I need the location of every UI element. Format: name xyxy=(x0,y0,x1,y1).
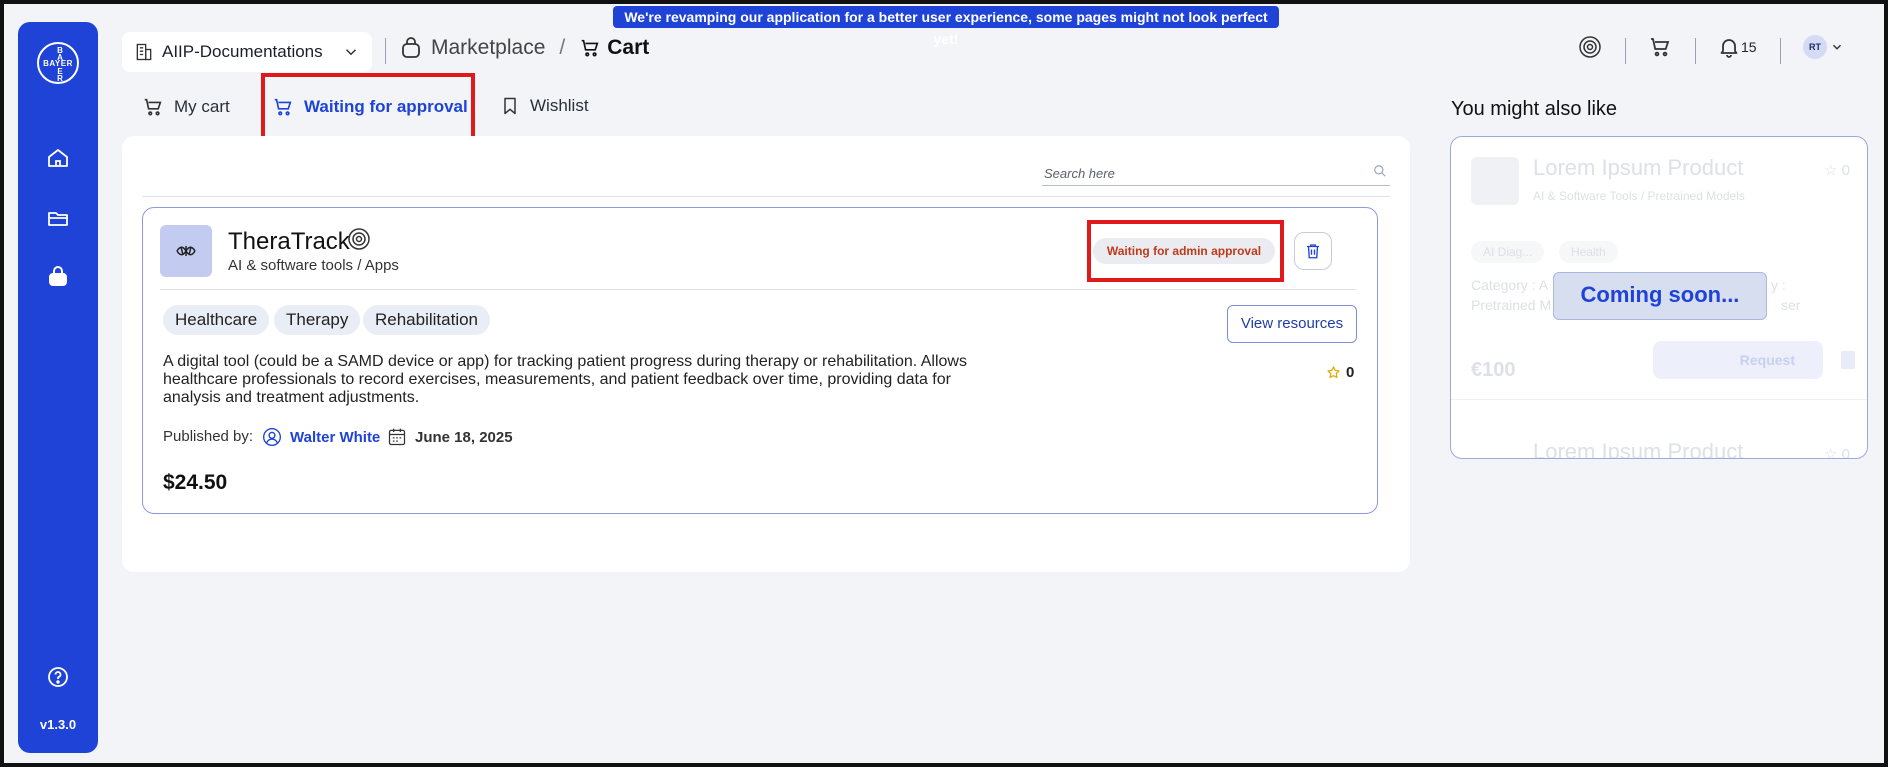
recommendations-title: You might also like xyxy=(1451,98,1618,120)
marketplace-bag-icon xyxy=(402,37,420,58)
search-input[interactable]: Search here xyxy=(1042,164,1390,186)
tag-healthcare: Healthcare xyxy=(163,305,270,335)
cart-icon xyxy=(144,98,162,116)
sidebar: BAYER B A E R v1.3.0 xyxy=(18,22,98,753)
star-icon xyxy=(1327,366,1340,379)
marketplace-bag-icon[interactable] xyxy=(46,265,70,289)
product-category: AI & software tools / Apps xyxy=(228,257,399,274)
header-divider xyxy=(385,38,386,64)
publisher-link[interactable]: Walter White xyxy=(290,429,380,446)
header-divider xyxy=(1695,38,1696,64)
delete-button[interactable] xyxy=(1294,232,1332,270)
view-resources-button[interactable]: View resources xyxy=(1227,305,1357,343)
placeholder-tag: Health xyxy=(1559,241,1618,263)
user-icon xyxy=(263,428,281,446)
product-description: A digital tool (could be a SAMD device o… xyxy=(163,353,967,406)
product-price: $24.50 xyxy=(163,471,228,494)
placeholder-request-button: Request xyxy=(1653,341,1823,379)
tab-label: Wishlist xyxy=(530,96,589,115)
bookmark-icon xyxy=(1841,351,1855,369)
highlight-box-status xyxy=(1087,220,1284,282)
product-name[interactable]: TheraTrack xyxy=(228,228,350,256)
breadcrumb-marketplace[interactable]: Marketplace xyxy=(431,36,545,60)
revamp-banner: We're revamping our application for a be… xyxy=(613,6,1279,47)
product-rating: 0 xyxy=(1326,364,1354,381)
placeholder-thumbnail xyxy=(1471,157,1519,205)
workspace-name: AIIP-Documentations xyxy=(162,42,323,61)
bayer-logo[interactable]: BAYER B A E R xyxy=(37,42,79,84)
placeholder-price: €100 xyxy=(1471,359,1516,381)
tab-my-cart[interactable]: My cart xyxy=(142,96,230,118)
logo-vertical-text: B A E R xyxy=(57,46,63,83)
divider xyxy=(1451,399,1867,400)
tab-wishlist[interactable]: Wishlist xyxy=(500,96,589,116)
header-divider xyxy=(1780,38,1781,64)
notification-count: 15 xyxy=(1741,39,1757,55)
placeholder-category-line: Category : A xyxy=(1471,277,1549,293)
building-icon xyxy=(136,43,152,61)
breadcrumb-cart: Cart xyxy=(607,36,650,59)
header-divider xyxy=(1625,38,1626,64)
coming-soon-badge: Coming soon... xyxy=(1553,272,1767,320)
placeholder-category-line: Pretrained M xyxy=(1471,297,1552,313)
placeholder-rating: ☆ 0 xyxy=(1824,446,1850,459)
calendar-icon xyxy=(388,428,406,446)
tab-label: My cart xyxy=(174,97,230,116)
published-by-label: Published by: xyxy=(163,428,254,445)
placeholder-category-line: y : xyxy=(1771,277,1786,293)
placeholder-title: Lorem Ipsum Product xyxy=(1533,439,1744,459)
placeholder-category: AI & Software Tools / Pretrained Models xyxy=(1533,189,1745,203)
avatar[interactable]: RT xyxy=(1803,35,1827,59)
tag-rehabilitation: Rehabilitation xyxy=(363,305,491,335)
placeholder-category-line: ser xyxy=(1781,297,1801,313)
help-icon[interactable] xyxy=(46,665,70,689)
trash-icon xyxy=(1307,244,1319,259)
workspace-select[interactable]: AIIP-Documentations xyxy=(122,32,372,72)
folder-icon[interactable] xyxy=(46,206,70,230)
badge-icon[interactable] xyxy=(1578,35,1602,59)
chevron-down-icon xyxy=(345,49,357,56)
rating-value: 0 xyxy=(1346,364,1355,381)
search-icon[interactable] xyxy=(1373,164,1387,178)
divider xyxy=(142,196,1390,197)
product-thumbnail xyxy=(160,225,212,277)
published-date: June 18, 2025 xyxy=(415,429,513,446)
breadcrumb-separator: / xyxy=(559,36,566,59)
divider xyxy=(160,289,1356,290)
breadcrumb: Marketplace / Cart xyxy=(399,36,649,60)
badge-icon xyxy=(348,228,370,250)
placeholder-rating: ☆ 0 xyxy=(1824,162,1850,179)
placeholder-title: Lorem Ipsum Product xyxy=(1533,155,1744,180)
product-glyph-icon xyxy=(176,246,196,256)
cart-icon[interactable] xyxy=(1648,35,1672,59)
tag-therapy: Therapy xyxy=(274,305,361,335)
placeholder-tag: AI Diag... xyxy=(1471,241,1545,263)
bell-icon[interactable] xyxy=(1717,35,1741,59)
bookmark-icon xyxy=(504,97,516,115)
cart-icon xyxy=(581,39,599,57)
home-icon[interactable] xyxy=(46,146,70,170)
app-version: v1.3.0 xyxy=(39,717,77,732)
chevron-down-icon[interactable] xyxy=(1830,40,1844,54)
